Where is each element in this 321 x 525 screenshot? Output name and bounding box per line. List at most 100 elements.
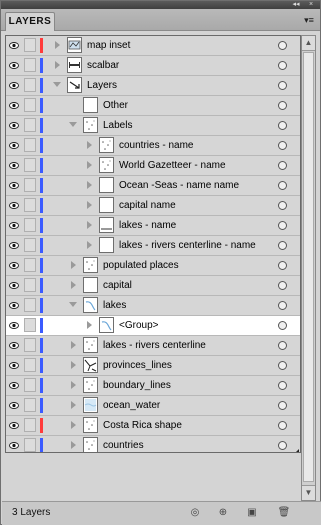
target-circle-icon[interactable] [278, 161, 287, 170]
lock-toggle[interactable] [24, 218, 36, 232]
make-clipping-mask-button[interactable]: ◎ [188, 506, 202, 520]
layer-name[interactable]: countries - name [119, 139, 193, 152]
layer-row[interactable]: <Group> [6, 316, 300, 336]
create-new-layer-button[interactable]: ▣ [245, 506, 259, 520]
layer-name[interactable]: Ocean -Seas - name name [119, 179, 239, 192]
lock-toggle[interactable] [24, 358, 36, 372]
layer-row[interactable]: capital [6, 276, 300, 296]
lock-toggle[interactable] [24, 298, 36, 312]
visibility-eye-icon[interactable] [9, 161, 19, 169]
target-circle-icon[interactable] [278, 41, 287, 50]
create-sublayer-button[interactable]: ⊕ [216, 506, 230, 520]
visibility-eye-icon[interactable] [9, 41, 19, 49]
layer-row[interactable]: ocean_water [6, 396, 300, 416]
layer-row[interactable]: countries [6, 436, 300, 452]
lock-toggle[interactable] [24, 118, 36, 132]
lock-toggle[interactable] [24, 78, 36, 92]
expand-triangle-icon[interactable] [71, 361, 77, 369]
target-circle-icon[interactable] [278, 281, 287, 290]
layer-row[interactable]: World Gazetteer - name [6, 156, 300, 176]
visibility-eye-icon[interactable] [9, 221, 19, 229]
visibility-eye-icon[interactable] [9, 101, 19, 109]
layer-row[interactable]: capital name [6, 196, 300, 216]
layer-name[interactable]: scalbar [87, 59, 119, 72]
layer-row[interactable]: boundary_lines [6, 376, 300, 396]
expand-triangle-icon[interactable] [87, 141, 93, 149]
target-circle-icon[interactable] [278, 221, 287, 230]
layer-row[interactable]: map inset [6, 36, 300, 56]
lock-toggle[interactable] [24, 438, 36, 452]
lock-toggle[interactable] [24, 278, 36, 292]
layer-row[interactable]: scalbar [6, 56, 300, 76]
visibility-eye-icon[interactable] [9, 321, 19, 329]
vertical-scrollbar[interactable]: ▲ ▼ [301, 35, 316, 501]
target-circle-icon[interactable] [278, 381, 287, 390]
expand-triangle-icon[interactable] [87, 321, 93, 329]
target-circle-icon[interactable] [278, 441, 287, 450]
visibility-eye-icon[interactable] [9, 301, 19, 309]
expand-triangle-icon[interactable] [55, 61, 61, 69]
layer-name[interactable]: countries [103, 439, 144, 452]
lock-toggle[interactable] [24, 238, 36, 252]
expand-triangle-icon[interactable] [87, 221, 93, 229]
layer-row[interactable]: populated places [6, 256, 300, 276]
layer-name[interactable]: populated places [103, 259, 179, 272]
layer-name[interactable]: Labels [103, 119, 132, 132]
layer-name[interactable]: <Group> [119, 319, 158, 332]
scroll-down-button[interactable]: ▼ [302, 485, 315, 500]
lock-toggle[interactable] [24, 418, 36, 432]
layer-row[interactable]: Other [6, 96, 300, 116]
expand-triangle-icon[interactable] [71, 281, 77, 289]
lock-toggle[interactable] [24, 138, 36, 152]
lock-toggle[interactable] [24, 338, 36, 352]
layer-name[interactable]: lakes - rivers centerline [103, 339, 206, 352]
layer-name[interactable]: lakes - rivers centerline - name [119, 239, 256, 252]
layer-row[interactable]: lakes - name [6, 216, 300, 236]
target-circle-icon[interactable] [278, 181, 287, 190]
expand-triangle-icon[interactable] [71, 421, 77, 429]
target-circle-icon[interactable] [278, 301, 287, 310]
tab-layers[interactable]: LAYERS [5, 12, 55, 31]
lock-toggle[interactable] [24, 58, 36, 72]
layer-name[interactable]: provinces_lines [103, 359, 172, 372]
visibility-eye-icon[interactable] [9, 61, 19, 69]
lock-toggle[interactable] [24, 98, 36, 112]
layer-row[interactable]: lakes - rivers centerline [6, 336, 300, 356]
target-circle-icon[interactable] [278, 361, 287, 370]
layer-row[interactable]: provinces_lines [6, 356, 300, 376]
visibility-eye-icon[interactable] [9, 441, 19, 449]
visibility-eye-icon[interactable] [9, 381, 19, 389]
expand-triangle-icon[interactable] [71, 381, 77, 389]
layer-name[interactable]: boundary_lines [103, 379, 171, 392]
layer-name[interactable]: lakes [103, 299, 126, 312]
target-circle-icon[interactable] [278, 201, 287, 210]
visibility-eye-icon[interactable] [9, 401, 19, 409]
expand-triangle-icon[interactable] [87, 241, 93, 249]
lock-toggle[interactable] [24, 178, 36, 192]
expand-triangle-icon[interactable] [71, 401, 77, 409]
layer-name[interactable]: capital name [119, 199, 176, 212]
layer-name[interactable]: World Gazetteer - name [119, 159, 226, 172]
expand-triangle-icon[interactable] [71, 261, 77, 269]
layer-row[interactable]: lakes - rivers centerline - name [6, 236, 300, 256]
target-circle-icon[interactable] [278, 261, 287, 270]
visibility-eye-icon[interactable] [9, 361, 19, 369]
lock-toggle[interactable] [24, 158, 36, 172]
layer-row[interactable]: Labels [6, 116, 300, 136]
visibility-eye-icon[interactable] [9, 341, 19, 349]
layer-name[interactable]: Costa Rica shape [103, 419, 182, 432]
lock-toggle[interactable] [24, 258, 36, 272]
scroll-thumb[interactable] [303, 52, 314, 482]
lock-toggle[interactable] [24, 318, 36, 332]
visibility-eye-icon[interactable] [9, 261, 19, 269]
layer-row[interactable]: lakes [6, 296, 300, 316]
layer-name[interactable]: Other [103, 99, 128, 112]
target-circle-icon[interactable] [278, 101, 287, 110]
scroll-up-button[interactable]: ▲ [302, 36, 315, 51]
panel-menu-icon[interactable]: ▾≡ [303, 15, 315, 25]
target-circle-icon[interactable] [278, 241, 287, 250]
visibility-eye-icon[interactable] [9, 141, 19, 149]
visibility-eye-icon[interactable] [9, 81, 19, 89]
expand-triangle-icon[interactable] [87, 161, 93, 169]
lock-toggle[interactable] [24, 378, 36, 392]
